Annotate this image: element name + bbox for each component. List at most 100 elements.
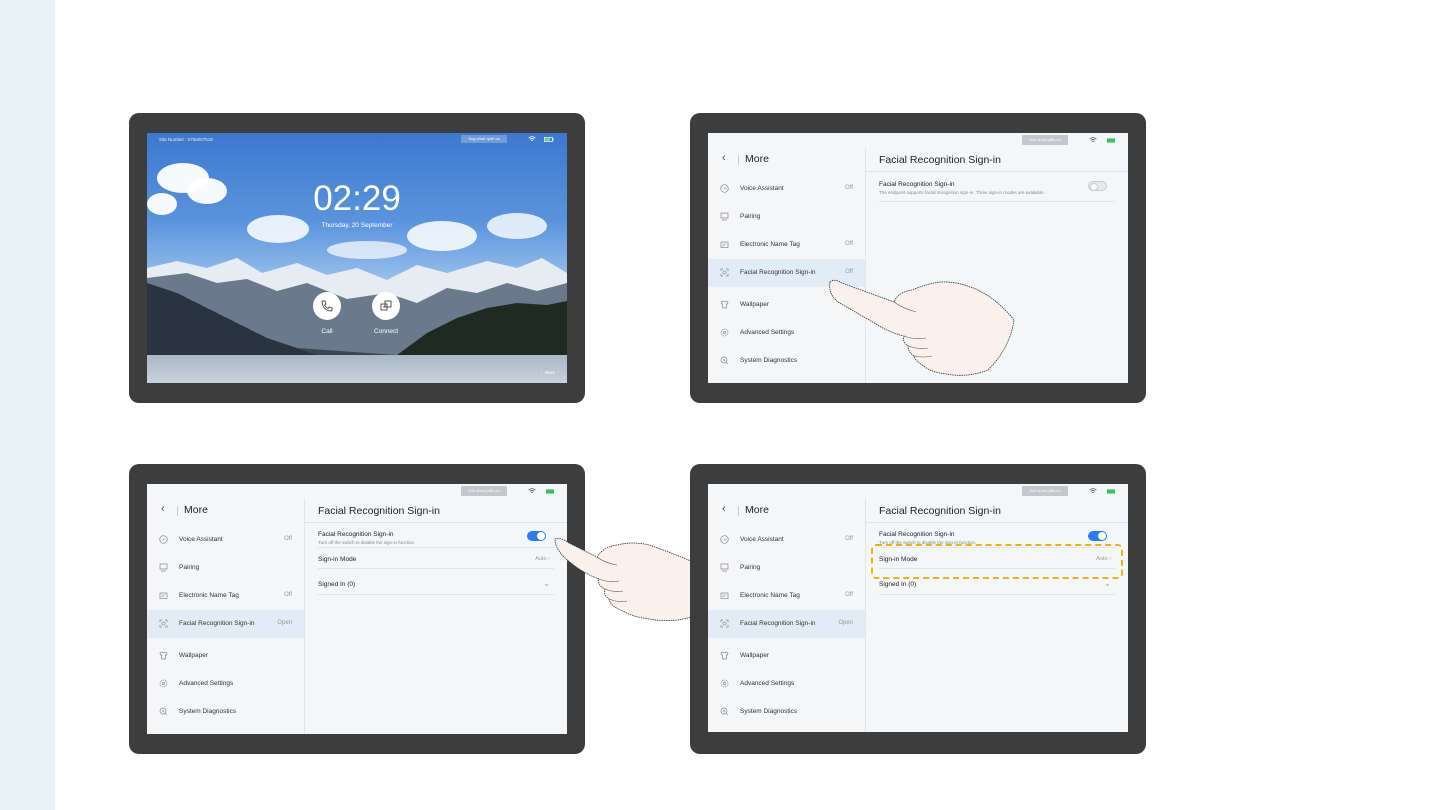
divider (866, 522, 1128, 523)
name-tag-icon (159, 592, 168, 599)
left-margin-strip (0, 0, 55, 810)
call-button[interactable] (313, 292, 341, 320)
facial-recognition-toggle[interactable] (1088, 181, 1107, 191)
sidebar-item-label: Voice Assistant (740, 185, 784, 192)
sidebar-item-label: Advanced Settings (740, 680, 795, 687)
back-chevron-icon[interactable]: ‹ (722, 503, 726, 515)
sidebar-item-pairing[interactable]: Pairing (708, 554, 865, 582)
face-recognition-icon (720, 268, 729, 277)
signed-in-row[interactable]: Signed In (0) ⌄ (318, 578, 554, 595)
connect-button[interactable] (372, 292, 400, 320)
page-title: Facial Recognition Sign-in (318, 505, 440, 517)
back-row: ‹ More (147, 498, 304, 522)
toggle-knob (1098, 532, 1106, 540)
facial-recognition-toggle[interactable] (1088, 531, 1107, 541)
sidebar-item-wallpaper[interactable]: Wallpaper (147, 642, 304, 670)
back-chevron-icon[interactable]: ‹ (161, 503, 165, 515)
pairing-icon (720, 563, 729, 572)
sidebar-item-advanced-settings[interactable]: Advanced Settings (147, 670, 304, 698)
sidebar-item-label: Wallpaper (740, 301, 770, 308)
sidebar-item-electronic-name-tag[interactable]: Electronic Name Tag Off (708, 231, 865, 259)
wallpaper-icon (159, 651, 168, 660)
back-row: ‹ More (708, 147, 865, 171)
wifi-icon (528, 136, 536, 142)
tablet-settings-highlight: Sob short piills co ‹ More Voice Assista… (690, 464, 1146, 754)
row-description: The endpoint supports facial recognition… (879, 190, 1045, 195)
divider (177, 506, 178, 516)
qr-chip[interactable]: Sob short piills co (1022, 486, 1068, 496)
name-tag-icon (720, 592, 729, 599)
name-tag-icon (720, 241, 729, 248)
sidebar-item-label: Wallpaper (740, 652, 770, 659)
qr-chip[interactable]: Sog short rpeil ca (461, 135, 507, 143)
sidebar-item-facial-recognition[interactable]: Facial Recognition Sign-in Open (708, 610, 865, 638)
settings-sidebar: ‹ More Voice Assistant Off Pairing Elect… (708, 498, 866, 732)
status-value: Off (845, 269, 853, 275)
signed-in-row[interactable]: Signed In (0) ⌄ (879, 578, 1115, 595)
page-title: Facial Recognition Sign-in (879, 505, 1001, 517)
battery-icon (546, 489, 554, 494)
sidebar-item-pairing[interactable]: Pairing (708, 203, 865, 231)
sidebar-item-label: Advanced Settings (740, 329, 795, 336)
voice-assistant-icon (159, 535, 168, 544)
sidebar-item-voice-assistant[interactable]: Voice Assistant Off (708, 175, 865, 203)
sidebar-item-system-diagnostics[interactable]: System Diagnostics (708, 698, 865, 726)
status-value: Off (284, 592, 292, 598)
status-bar: Sob short piills co (147, 484, 567, 498)
sidebar-item-wallpaper[interactable]: Wallpaper (708, 642, 865, 670)
status-value: Off (845, 536, 853, 542)
sidebar-item-facial-recognition[interactable]: Facial Recognition Sign-in Open (147, 610, 304, 638)
facial-recognition-row: Facial Recognition Sign-in The endpoint … (879, 179, 1115, 202)
row-title: Signed In (0) (318, 581, 356, 588)
settings-main: Facial Recognition Sign-in Facial Recogn… (305, 498, 567, 734)
sidebar-item-electronic-name-tag[interactable]: Electronic Name Tag Off (708, 582, 865, 610)
status-value: Off (845, 592, 853, 598)
divider (738, 506, 739, 516)
sidebar-item-label: System Diagnostics (740, 357, 798, 364)
wifi-icon (1089, 488, 1097, 494)
connect-icon (380, 300, 392, 311)
row-title: Facial Recognition Sign-in (879, 531, 955, 538)
qr-chip[interactable]: Sob short piills co (461, 486, 507, 496)
back-row: ‹ More (708, 498, 865, 522)
sign-in-mode-highlight (871, 544, 1123, 579)
facial-recognition-toggle[interactable] (527, 531, 546, 541)
sidebar-item-label: Pairing (740, 213, 761, 220)
row-title: Signed In (0) (879, 581, 917, 588)
home-status-bar: Site Number : 0755007518 Sog short rpeil… (147, 133, 567, 145)
sidebar-item-label: Facial Recognition Sign-in (740, 269, 816, 276)
battery-icon (544, 137, 554, 142)
divider (305, 522, 567, 523)
sidebar-item-electronic-name-tag[interactable]: Electronic Name Tag Off (147, 582, 304, 610)
sign-in-mode-row[interactable]: Sign-in Mode Auto › (318, 552, 554, 569)
pointing-hand-icon (829, 279, 1015, 376)
sidebar-item-voice-assistant[interactable]: Voice Assistant Off (708, 526, 865, 554)
sidebar-item-label: Wallpaper (179, 652, 209, 659)
pairing-icon (720, 212, 729, 221)
settings-screen: Sob short piills co ‹ More Voice Assista… (147, 484, 567, 734)
back-chevron-icon[interactable]: ‹ (722, 152, 726, 164)
voice-assistant-icon (720, 184, 729, 193)
status-value: Open (838, 620, 853, 626)
diagnostics-icon (720, 707, 729, 716)
sidebar-item-advanced-settings[interactable]: Advanced Settings (708, 670, 865, 698)
diagnostics-icon (720, 356, 729, 365)
sidebar-item-label: Electronic Name Tag (740, 241, 800, 248)
row-title: Sign-in Mode (318, 556, 357, 563)
sidebar-item-voice-assistant[interactable]: Voice Assistant Off (147, 526, 304, 554)
sidebar-item-label: Pairing (179, 564, 200, 571)
row-title: Facial Recognition Sign-in (318, 531, 394, 538)
face-recognition-icon (159, 619, 168, 628)
sidebar-item-label: Voice Assistant (740, 536, 784, 543)
page-title: Facial Recognition Sign-in (879, 154, 1001, 166)
sidebar-item-pairing[interactable]: Pairing (147, 554, 304, 582)
sidebar-item-label: Pairing (740, 564, 761, 571)
sidebar-item-label: Facial Recognition Sign-in (740, 620, 816, 627)
sidebar-item-label: Advanced Settings (179, 680, 234, 687)
settings-main: Facial Recognition Sign-in Facial Recogn… (866, 498, 1128, 732)
more-button[interactable]: ⋮ More (539, 370, 555, 376)
qr-chip[interactable]: Sob short piills co (1022, 135, 1068, 145)
sidebar-item-label: Electronic Name Tag (740, 592, 800, 599)
sidebar-item-system-diagnostics[interactable]: System Diagnostics (147, 698, 304, 726)
gear-icon (159, 679, 168, 688)
